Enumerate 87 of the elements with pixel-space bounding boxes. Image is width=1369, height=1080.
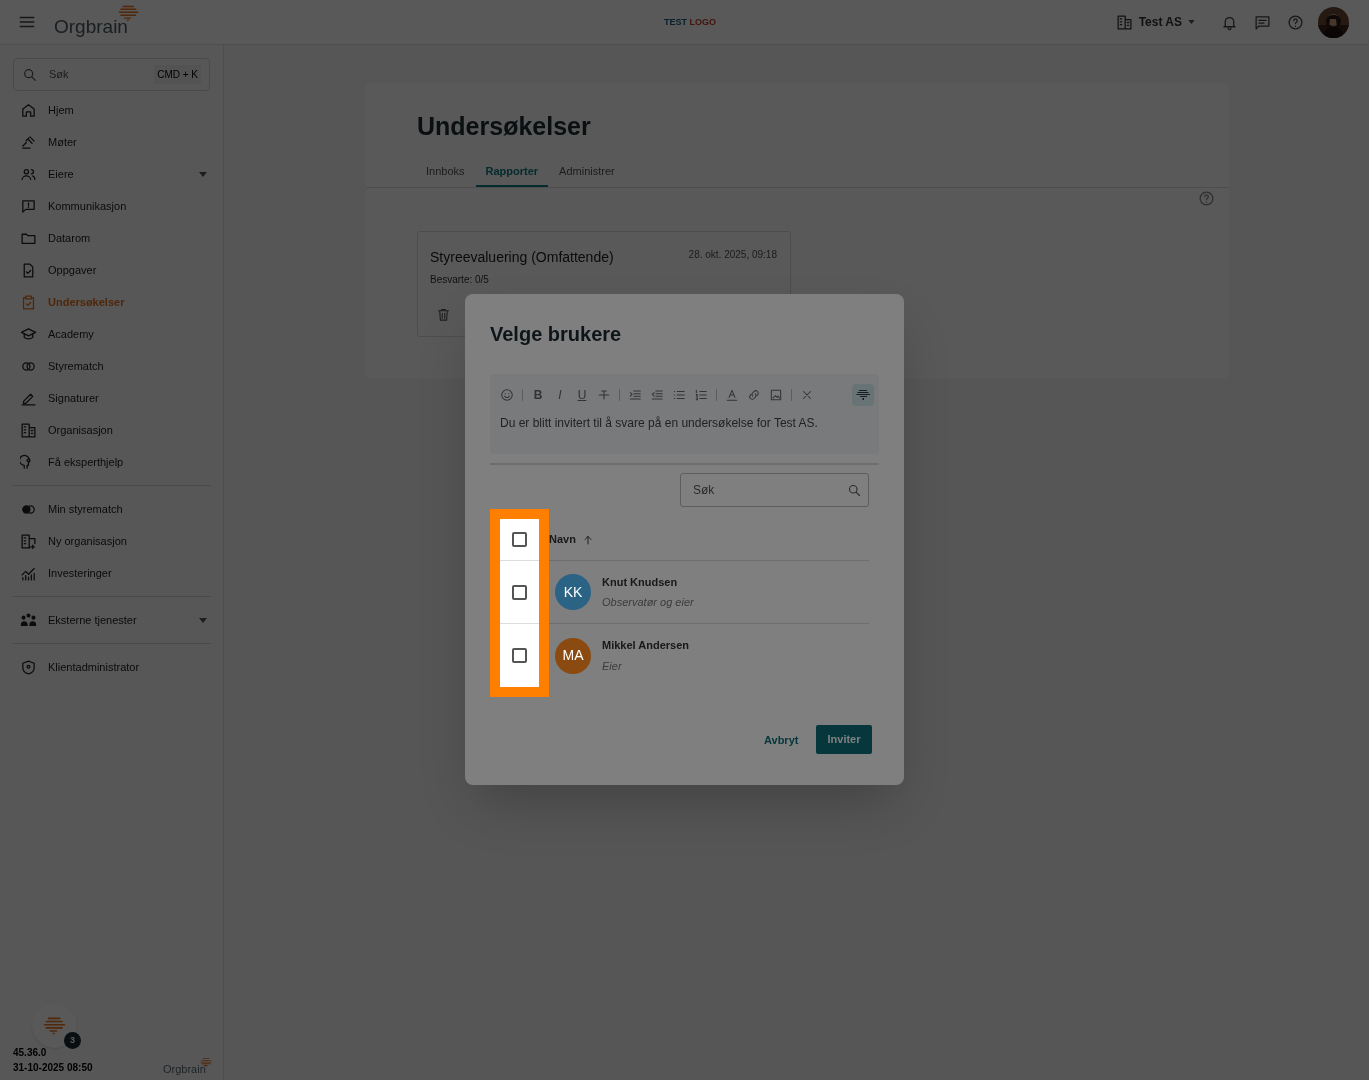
sidebar-item[interactable]: Undersøkelser bbox=[0, 286, 223, 318]
message-editor[interactable]: B I U Du er blitt invitert til å svare på en undersøkelse for Test AS. bbox=[490, 374, 879, 454]
sidebar-item[interactable]: Styrematch bbox=[0, 350, 223, 382]
messages-button[interactable] bbox=[1254, 13, 1271, 31]
graduation-cap-icon bbox=[20, 325, 37, 343]
column-header[interactable]: Navn bbox=[549, 531, 576, 548]
checkbox[interactable] bbox=[512, 532, 527, 547]
tab[interactable]: Administrer bbox=[549, 157, 625, 187]
test-logo: TEST LOGO bbox=[664, 16, 717, 29]
sidebar-item[interactable]: Få eksperthjelp bbox=[0, 446, 223, 478]
search-field[interactable]: Søk bbox=[680, 473, 869, 507]
sidebar-item[interactable]: Kommunikasjon bbox=[0, 190, 223, 222]
bulleted-list-icon bbox=[672, 388, 686, 402]
ai-button[interactable] bbox=[852, 384, 874, 406]
avatar: KK bbox=[555, 574, 591, 610]
home-icon bbox=[20, 101, 37, 119]
shield-icon bbox=[20, 658, 37, 676]
format-button[interactable]: I bbox=[553, 386, 567, 404]
building-add-icon bbox=[20, 532, 37, 550]
profile-button[interactable] bbox=[1318, 6, 1349, 38]
version-label: 45.36.0 bbox=[13, 1046, 47, 1060]
timestamp-label: 31-10-2025 08:50 bbox=[13, 1061, 93, 1075]
logo[interactable]: Orgbrain bbox=[54, 3, 140, 41]
user-name: Mikkel Andersen bbox=[602, 638, 689, 653]
sidebar-item[interactable]: Datarom bbox=[0, 222, 223, 254]
caret-icon bbox=[199, 171, 207, 177]
survey-title: Styreevaluering (Omfattende) bbox=[430, 248, 614, 267]
search-icon bbox=[847, 482, 862, 498]
outdent-icon bbox=[650, 388, 664, 402]
avatar: MA bbox=[555, 637, 591, 674]
numbered-list-icon bbox=[694, 388, 708, 402]
clipboard-check-icon bbox=[20, 293, 37, 311]
user-role: Eier bbox=[602, 658, 623, 674]
gavel-icon bbox=[20, 133, 37, 151]
trash-icon bbox=[436, 307, 451, 322]
sidebar-item[interactable]: Ny organisasjon bbox=[0, 525, 223, 557]
checkbox[interactable] bbox=[512, 584, 527, 600]
help-icon bbox=[1198, 190, 1215, 207]
sidebar-item[interactable]: Oppgaver bbox=[0, 254, 223, 286]
help-button[interactable] bbox=[1198, 190, 1215, 207]
caret-icon bbox=[1188, 20, 1195, 24]
search-icon bbox=[22, 66, 38, 83]
brain-icon bbox=[855, 389, 871, 401]
brain-icon bbox=[42, 1016, 67, 1035]
footer-logo: Orgbrain bbox=[163, 1053, 213, 1078]
sidebar-item[interactable]: Klientadministrator bbox=[0, 651, 223, 683]
answered-count: Besvarte: 0/5 bbox=[430, 273, 489, 287]
network-icon bbox=[20, 611, 37, 629]
image-icon bbox=[769, 388, 783, 402]
message-alert-icon bbox=[20, 197, 37, 215]
invite-button[interactable]: Inviter bbox=[816, 725, 872, 754]
notification-badge: 3 bbox=[64, 1032, 81, 1049]
building-icon bbox=[1115, 13, 1133, 31]
text-color-icon bbox=[725, 388, 739, 402]
sidebar-item[interactable]: Organisasjon bbox=[0, 414, 223, 446]
clear-formatting-icon bbox=[800, 388, 814, 402]
checkbox[interactable] bbox=[512, 648, 527, 663]
sidebar-item[interactable]: Eksterne tjenester bbox=[0, 604, 223, 636]
shortcut-hint: CMD + K bbox=[154, 65, 201, 84]
sidebar-item[interactable]: Investeringer bbox=[0, 557, 223, 589]
sidebar-item[interactable]: Eiere bbox=[0, 158, 223, 190]
help-icon bbox=[1287, 13, 1304, 31]
sidebar-item[interactable]: Min styrematch bbox=[0, 493, 223, 525]
emoji-icon bbox=[500, 388, 514, 402]
page-title: Undersøkelser bbox=[417, 111, 592, 142]
sort-ascending-icon bbox=[581, 533, 594, 546]
strikethrough-icon bbox=[597, 388, 611, 402]
link-icon bbox=[747, 388, 761, 402]
format-button[interactable]: U bbox=[575, 386, 589, 404]
brain-icon bbox=[117, 4, 140, 22]
sidebar-item[interactable]: Hjem bbox=[0, 94, 223, 126]
sidebar-item[interactable]: Academy bbox=[0, 318, 223, 350]
user-name: Knut Knudsen bbox=[602, 574, 679, 590]
organization-selector[interactable]: Test AS bbox=[1115, 13, 1195, 31]
cancel-button[interactable]: Avbryt bbox=[757, 726, 806, 754]
sidebar-item[interactable]: Signaturer bbox=[0, 382, 223, 414]
delete-button[interactable] bbox=[436, 307, 451, 322]
building-icon bbox=[20, 421, 37, 439]
chat-icon bbox=[1254, 13, 1271, 31]
user-role: Observatør og eier bbox=[602, 595, 694, 610]
help-button[interactable] bbox=[1287, 13, 1304, 31]
invitation-message: Du er blitt invitert til å svare på en undersøkelse for Test AS. bbox=[500, 415, 819, 432]
format-button[interactable]: B bbox=[531, 386, 545, 404]
caret-icon bbox=[199, 617, 207, 623]
sidebar-item[interactable]: Møter bbox=[0, 126, 223, 158]
tab[interactable]: Innboks bbox=[416, 157, 475, 187]
indent-icon bbox=[628, 388, 642, 402]
